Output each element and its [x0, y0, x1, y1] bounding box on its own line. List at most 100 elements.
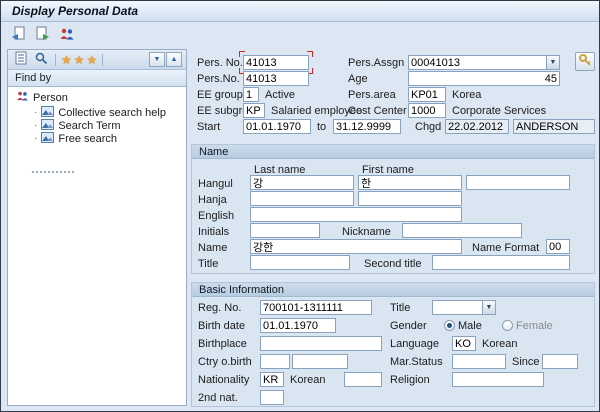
- name-label: Name: [198, 242, 228, 254]
- search-icon: [34, 51, 48, 68]
- second-title-label: Second title: [364, 258, 422, 270]
- sap-window: Display Personal Data ★ ★ ★ ▼ ▲ Find by …: [0, 0, 600, 412]
- birth-date-input[interactable]: [260, 318, 336, 333]
- search-sidebar: ★ ★ ★ ▼ ▲ Find by Person · Collective se…: [7, 49, 187, 406]
- pers-no2-input[interactable]: [243, 71, 309, 86]
- religion-input[interactable]: [452, 372, 544, 387]
- tree-item-collective-search-help[interactable]: · Collective search help: [34, 105, 166, 120]
- favorite-star-icon[interactable]: ★: [87, 54, 98, 66]
- hanja-last-input[interactable]: [250, 191, 354, 206]
- person-button[interactable]: [56, 25, 77, 45]
- full-name-input[interactable]: [250, 239, 462, 254]
- start-label: Start: [197, 121, 221, 133]
- gender-label: Gender: [390, 320, 427, 332]
- splitter-handle[interactable]: [32, 171, 74, 173]
- gender-male-radio[interactable]: Male: [444, 319, 482, 333]
- name-section-header: Name: [192, 145, 594, 159]
- tree-bullet: ·: [34, 133, 38, 144]
- hit-list-button[interactable]: [12, 51, 30, 68]
- name-format-label: Name Format: [472, 242, 540, 254]
- tree-item-search-term[interactable]: · Search Term: [34, 118, 121, 132]
- mar-status-input[interactable]: [452, 354, 506, 369]
- birth-date-label: Birth date: [198, 320, 246, 332]
- pers-assgn-input[interactable]: [408, 55, 560, 70]
- title-input[interactable]: [250, 255, 350, 270]
- chgd-label: Chgd: [415, 121, 442, 133]
- page-title: Display Personal Data: [12, 4, 139, 18]
- search-help-icon: [41, 105, 55, 120]
- birthplace-input[interactable]: [260, 336, 382, 351]
- pers-area-input[interactable]: [408, 87, 446, 102]
- find-by-label: Find by: [15, 72, 52, 84]
- to-label: to: [317, 121, 327, 133]
- radio-selected-icon: [444, 320, 455, 331]
- tree-item-free-search[interactable]: · Free search: [34, 131, 117, 146]
- favorite-star-icon[interactable]: ★: [61, 54, 72, 66]
- chevron-down-icon: ▼: [153, 56, 161, 63]
- initials-input[interactable]: [250, 223, 320, 238]
- prev-record-button[interactable]: [8, 25, 29, 45]
- second-nat-input[interactable]: [260, 390, 284, 405]
- nationality-text: Korean: [290, 374, 326, 386]
- name-format-input[interactable]: [546, 239, 570, 254]
- tree-node-person-label: Person: [33, 91, 68, 104]
- since-input[interactable]: [542, 354, 578, 369]
- pers-area-text: Korea: [452, 89, 482, 101]
- ctry-birth-input[interactable]: [260, 354, 290, 369]
- cost-center-input[interactable]: [408, 103, 446, 118]
- nickname-label: Nickname: [342, 226, 391, 238]
- radio-icon: [502, 320, 513, 331]
- reg-no-input[interactable]: [260, 300, 372, 315]
- hanja-label: Hanja: [198, 194, 227, 206]
- search-tree: Person · Collective search help · Search…: [8, 87, 186, 405]
- search-help-icon: [41, 131, 55, 146]
- hangul-label: Hangul: [198, 178, 233, 190]
- basic-title-combo[interactable]: ▼: [432, 300, 496, 315]
- expand-all-button[interactable]: ▲: [166, 52, 182, 67]
- chevron-down-icon[interactable]: ▼: [546, 56, 559, 69]
- female-label: Female: [516, 320, 553, 332]
- chgd-date-input[interactable]: [445, 119, 509, 134]
- age-input[interactable]: [408, 71, 560, 86]
- nationality-extra-input[interactable]: [344, 372, 382, 387]
- collapse-all-button[interactable]: ▼: [149, 52, 165, 67]
- start-date-input[interactable]: [243, 119, 311, 134]
- ee-group-input[interactable]: [243, 87, 259, 102]
- search-button[interactable]: [32, 51, 50, 68]
- pers-area-label: Pers.area: [348, 89, 396, 101]
- second-title-input[interactable]: [432, 255, 570, 270]
- english-name-input[interactable]: [250, 207, 462, 222]
- chgd-by-input[interactable]: [513, 119, 595, 134]
- hangul-last-input[interactable]: [250, 175, 354, 190]
- pers-assgn-label: Pers.Assgn: [348, 57, 405, 69]
- ee-group-text: Active: [265, 89, 295, 101]
- hangul-first-input[interactable]: [358, 175, 462, 190]
- language-text: Korean: [482, 338, 518, 350]
- ee-group-label: EE group: [197, 89, 243, 101]
- language-input[interactable]: [452, 336, 476, 351]
- chevron-down-icon[interactable]: ▼: [482, 301, 495, 314]
- hangul-extra-input[interactable]: [466, 175, 570, 190]
- gender-female-radio[interactable]: Female: [502, 319, 553, 333]
- window-titlebar: Display Personal Data: [1, 1, 599, 22]
- initials-label: Initials: [198, 226, 230, 238]
- cost-center-text: Corporate Services: [452, 105, 547, 117]
- main-toolbar: [1, 22, 599, 48]
- toolbar-separator: [55, 53, 56, 66]
- nickname-input[interactable]: [402, 223, 522, 238]
- nationality-input[interactable]: [260, 372, 284, 387]
- pers-assgn-combo[interactable]: ▼: [408, 55, 560, 70]
- section-title: Name: [199, 145, 229, 158]
- ctry-birth-text-input[interactable]: [292, 354, 348, 369]
- key-button[interactable]: [575, 52, 595, 71]
- basic-info-section: Basic Information Reg. No. Title ▼ Birth…: [191, 282, 595, 407]
- pers-no-input[interactable]: [243, 55, 309, 70]
- favorite-star-icon[interactable]: ★: [74, 54, 85, 66]
- name-section: Name Last name First name Hangul Hanja E…: [191, 144, 595, 274]
- male-label: Male: [458, 320, 482, 332]
- next-record-button[interactable]: [32, 25, 53, 45]
- tree-node-person[interactable]: Person: [16, 91, 68, 104]
- end-date-input[interactable]: [333, 119, 401, 134]
- hanja-first-input[interactable]: [358, 191, 462, 206]
- ee-subgroup-input[interactable]: [243, 103, 265, 118]
